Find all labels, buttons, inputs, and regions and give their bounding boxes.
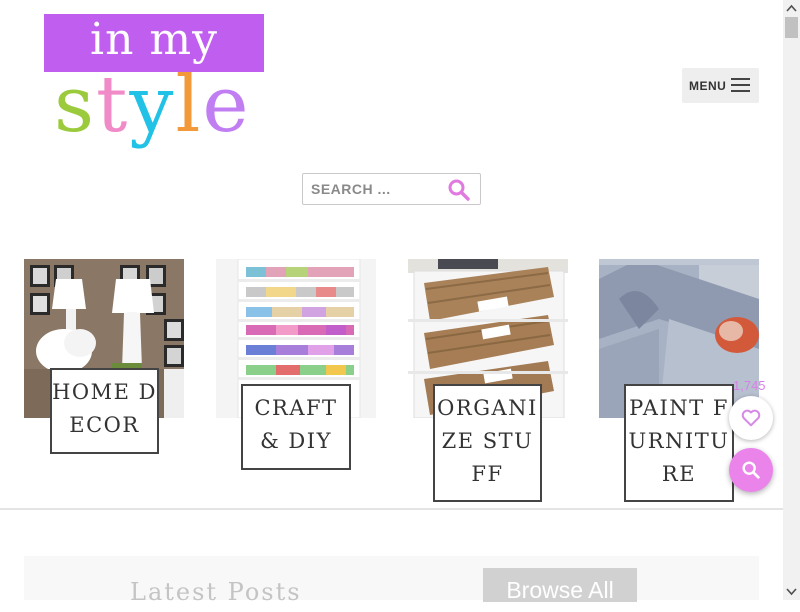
category-craft-diy[interactable]: CRAFT & DIY [216,259,376,470]
logo-letter-t: t [96,60,130,150]
logo-letter-s: s [54,60,97,150]
favorite-count: 1,745 [733,378,766,393]
logo-style-word: style [54,60,251,150]
scroll-up-arrow-icon[interactable] [783,0,800,17]
search-input[interactable] [303,174,451,204]
latest-posts-title: Latest Posts [130,578,302,606]
category-label: PAINT FURNITURE [624,384,734,502]
logo-letter-e: e [202,60,251,150]
category-label: HOME DECOR [50,368,159,454]
favorite-button[interactable] [729,396,773,440]
scrollbar-thumb[interactable] [785,17,798,38]
menu-button[interactable]: MENU [682,68,759,103]
category-organize-stuff[interactable]: ORGANIZE STUFF [408,259,568,502]
logo-letter-y: y [129,60,176,150]
site-logo[interactable]: in my own style [44,14,264,154]
browse-all-button[interactable]: Browse All [483,568,637,603]
hamburger-icon [731,78,750,93]
vertical-scrollbar[interactable] [783,0,800,600]
search-icon [742,461,760,479]
category-label: ORGANIZE STUFF [433,384,542,502]
logo-letter-l: l [175,60,203,150]
category-paint-furniture[interactable]: PAINT FURNITURE [599,259,759,502]
menu-label: MENU [689,78,727,93]
search-icon[interactable] [447,178,471,202]
floating-search-button[interactable] [729,448,773,492]
search-box [302,173,481,205]
heart-icon [741,409,761,427]
section-divider [0,508,783,510]
category-home-decor[interactable]: HOME DECOR [24,259,184,454]
category-label: CRAFT & DIY [241,384,351,470]
scroll-down-arrow-icon[interactable] [783,583,800,600]
